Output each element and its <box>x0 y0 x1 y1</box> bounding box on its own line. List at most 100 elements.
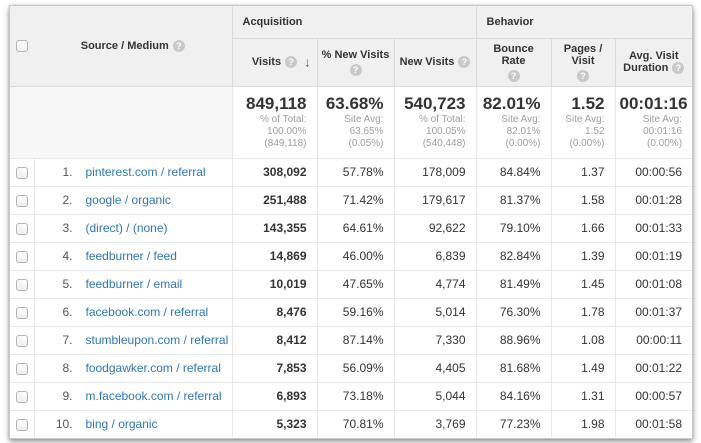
source-medium-link[interactable]: feedburner / feed <box>86 249 177 263</box>
row-checkbox[interactable] <box>16 195 28 207</box>
bounce-rate-value: 82.84% <box>476 242 551 270</box>
row-index: 6. <box>41 305 73 319</box>
pages-visit-value: 1.45 <box>551 270 615 298</box>
group-label-behavior: Behavior <box>476 6 692 38</box>
new-visits-value: 4,774 <box>394 270 476 298</box>
column-header-pages-visit[interactable]: Pages / Visit ? <box>551 38 615 86</box>
pct-new-visits-value: 70.81% <box>317 410 394 438</box>
avg-duration-value: 00:01:19 <box>615 242 692 270</box>
source-medium-link[interactable]: (direct) / (none) <box>86 221 168 235</box>
help-icon[interactable]: ? <box>350 64 362 76</box>
pages-visit-value: 1.31 <box>551 382 615 410</box>
summary-empty-cell <box>10 86 232 158</box>
bounce-rate-value: 84.16% <box>476 382 551 410</box>
row-checkbox[interactable] <box>16 391 28 403</box>
source-medium-link[interactable]: m.facebook.com / referral <box>86 389 222 403</box>
row-index: 2. <box>41 193 73 207</box>
row-checkbox[interactable] <box>16 335 28 347</box>
pages-visit-value: 1.39 <box>551 242 615 270</box>
column-header-new-visits[interactable]: New Visits? <box>394 38 476 86</box>
row-index: 9. <box>41 389 73 403</box>
row-checkbox[interactable] <box>16 279 28 291</box>
column-header-visits[interactable]: Visits? ↓ <box>232 38 317 86</box>
table-row: 4.feedburner / feed 14,869 46.00% 6,839 … <box>10 242 692 270</box>
row-checkbox[interactable] <box>16 167 28 179</box>
row-index: 5. <box>41 277 73 291</box>
source-medium-link[interactable]: foodgawker.com / referral <box>86 361 221 375</box>
pages-visit-value: 1.49 <box>551 354 615 382</box>
avg-duration-value: 00:00:57 <box>615 382 692 410</box>
row-checkbox[interactable] <box>16 251 28 263</box>
summary-pages-value: 1.52 <box>556 94 605 114</box>
help-icon[interactable]: ? <box>285 56 297 68</box>
new-visits-value: 7,330 <box>394 326 476 354</box>
pct-new-visits-value: 59.16% <box>317 298 394 326</box>
source-medium-link[interactable]: pinterest.com / referral <box>86 165 206 179</box>
pages-visit-value: 1.58 <box>551 186 615 214</box>
row-index: 3. <box>41 221 73 235</box>
help-icon[interactable]: ? <box>458 56 470 68</box>
row-checkbox[interactable] <box>16 307 28 319</box>
summary-pages-visit: 1.52 Site Avg: 1.52 (0.00%) <box>551 86 615 158</box>
pct-new-visits-value: 57.78% <box>317 158 394 186</box>
summary-bounce-rate: 82.01% Site Avg: 82.01% (0.00%) <box>476 86 551 158</box>
source-medium-label: Source / Medium <box>81 40 169 52</box>
column-header-bounce-rate[interactable]: Bounce Rate ? <box>476 38 551 86</box>
row-index: 7. <box>41 333 73 347</box>
row-checkbox[interactable] <box>16 419 28 431</box>
new-visits-value: 4,405 <box>394 354 476 382</box>
pages-visit-value: 1.98 <box>551 410 615 438</box>
row-checkbox[interactable] <box>16 223 28 235</box>
table-row: 10.bing / organic 5,323 70.81% 3,769 77.… <box>10 410 692 438</box>
new-visits-value: 5,044 <box>394 382 476 410</box>
column-header-avg-duration[interactable]: Avg. Visit Duration? <box>615 38 692 86</box>
bounce-rate-value: 81.49% <box>476 270 551 298</box>
avg-duration-value: 00:01:08 <box>615 270 692 298</box>
new-visits-value: 6,839 <box>394 242 476 270</box>
summary-bounce-value: 82.01% <box>481 94 541 114</box>
row-index: 8. <box>41 361 73 375</box>
help-icon[interactable]: ? <box>173 40 185 52</box>
visits-value: 8,412 <box>232 326 317 354</box>
new-visits-value: 179,617 <box>394 186 476 214</box>
sort-descending-icon[interactable]: ↓ <box>304 55 311 70</box>
bounce-rate-label: Bounce Rate <box>493 43 533 67</box>
pct-new-visits-label: % New Visits <box>322 49 390 61</box>
source-medium-link[interactable]: feedburner / email <box>86 277 183 291</box>
visits-value: 308,092 <box>232 158 317 186</box>
pct-new-visits-value: 64.61% <box>317 214 394 242</box>
source-medium-link[interactable]: facebook.com / referral <box>86 305 209 319</box>
visits-value: 7,853 <box>232 354 317 382</box>
column-header-pct-new-visits[interactable]: % New Visits ? <box>317 38 394 86</box>
source-medium-link[interactable]: stumbleupon.com / referral <box>86 333 229 347</box>
table-row: 1.pinterest.com / referral 308,092 57.78… <box>10 158 692 186</box>
group-label-acquisition: Acquisition <box>232 6 476 38</box>
bounce-rate-value: 77.23% <box>476 410 551 438</box>
visits-value: 251,488 <box>232 186 317 214</box>
bounce-rate-value: 81.37% <box>476 186 551 214</box>
row-checkbox[interactable] <box>16 363 28 375</box>
pct-new-visits-value: 47.65% <box>317 270 394 298</box>
summary-pct-new-value: 63.68% <box>322 94 384 114</box>
pct-new-visits-value: 56.09% <box>317 354 394 382</box>
pct-new-visits-value: 73.18% <box>317 382 394 410</box>
bounce-rate-value: 81.68% <box>476 354 551 382</box>
help-icon[interactable]: ? <box>508 70 520 82</box>
help-icon[interactable]: ? <box>577 70 589 82</box>
summary-avg-duration: 00:01:16 Site Avg: 00:01:16 (0.00%) <box>615 86 692 158</box>
source-medium-table: Source / Medium? Acquisition Behavior Vi… <box>10 6 692 438</box>
source-medium-link[interactable]: bing / organic <box>86 417 158 431</box>
pages-visit-value: 1.66 <box>551 214 615 242</box>
visits-value: 8,476 <box>232 298 317 326</box>
table-row: 3.(direct) / (none) 143,355 64.61% 92,62… <box>10 214 692 242</box>
summary-row: 849,118 % of Total: 100.00% (849,118) 63… <box>10 86 692 158</box>
avg-duration-value: 00:01:58 <box>615 410 692 438</box>
source-medium-link[interactable]: google / organic <box>86 193 171 207</box>
column-header-source-medium[interactable]: Source / Medium? <box>34 6 232 86</box>
help-icon[interactable]: ? <box>672 62 684 74</box>
select-all-checkbox[interactable] <box>16 40 28 52</box>
pages-visit-value: 1.78 <box>551 298 615 326</box>
summary-visits-value: 849,118 <box>237 94 307 114</box>
new-visits-value: 3,769 <box>394 410 476 438</box>
avg-duration-value: 00:00:11 <box>615 326 692 354</box>
